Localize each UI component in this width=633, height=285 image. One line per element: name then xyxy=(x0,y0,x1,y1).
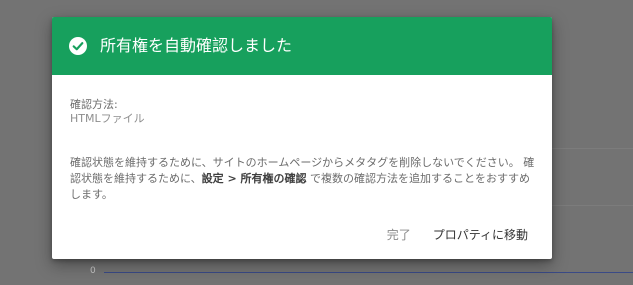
verification-dialog: 所有権を自動確認しました 確認方法: HTMLファイル 確認状態を維持するために… xyxy=(52,17,552,259)
done-button[interactable]: 完了 xyxy=(387,227,411,243)
dialog-header: 所有権を自動確認しました xyxy=(52,17,552,75)
dialog-actions: 完了 プロパティに移動 xyxy=(387,226,528,244)
go-to-property-button[interactable]: プロパティに移動 xyxy=(433,227,528,243)
background-axis-label: 0 xyxy=(90,266,96,276)
verification-method-value: HTMLファイル xyxy=(70,112,145,125)
background-axis-line xyxy=(104,272,633,273)
check-circle-icon xyxy=(69,37,87,55)
settings-path-text: 設定 > 所有権の確認 xyxy=(201,172,307,185)
verification-method-label: 確認方法: xyxy=(70,98,118,111)
dialog-description: 確認状態を維持するために、サイトのホームページからメタタグを削除しないでください… xyxy=(70,155,540,203)
dialog-title: 所有権を自動確認しました xyxy=(100,36,293,55)
